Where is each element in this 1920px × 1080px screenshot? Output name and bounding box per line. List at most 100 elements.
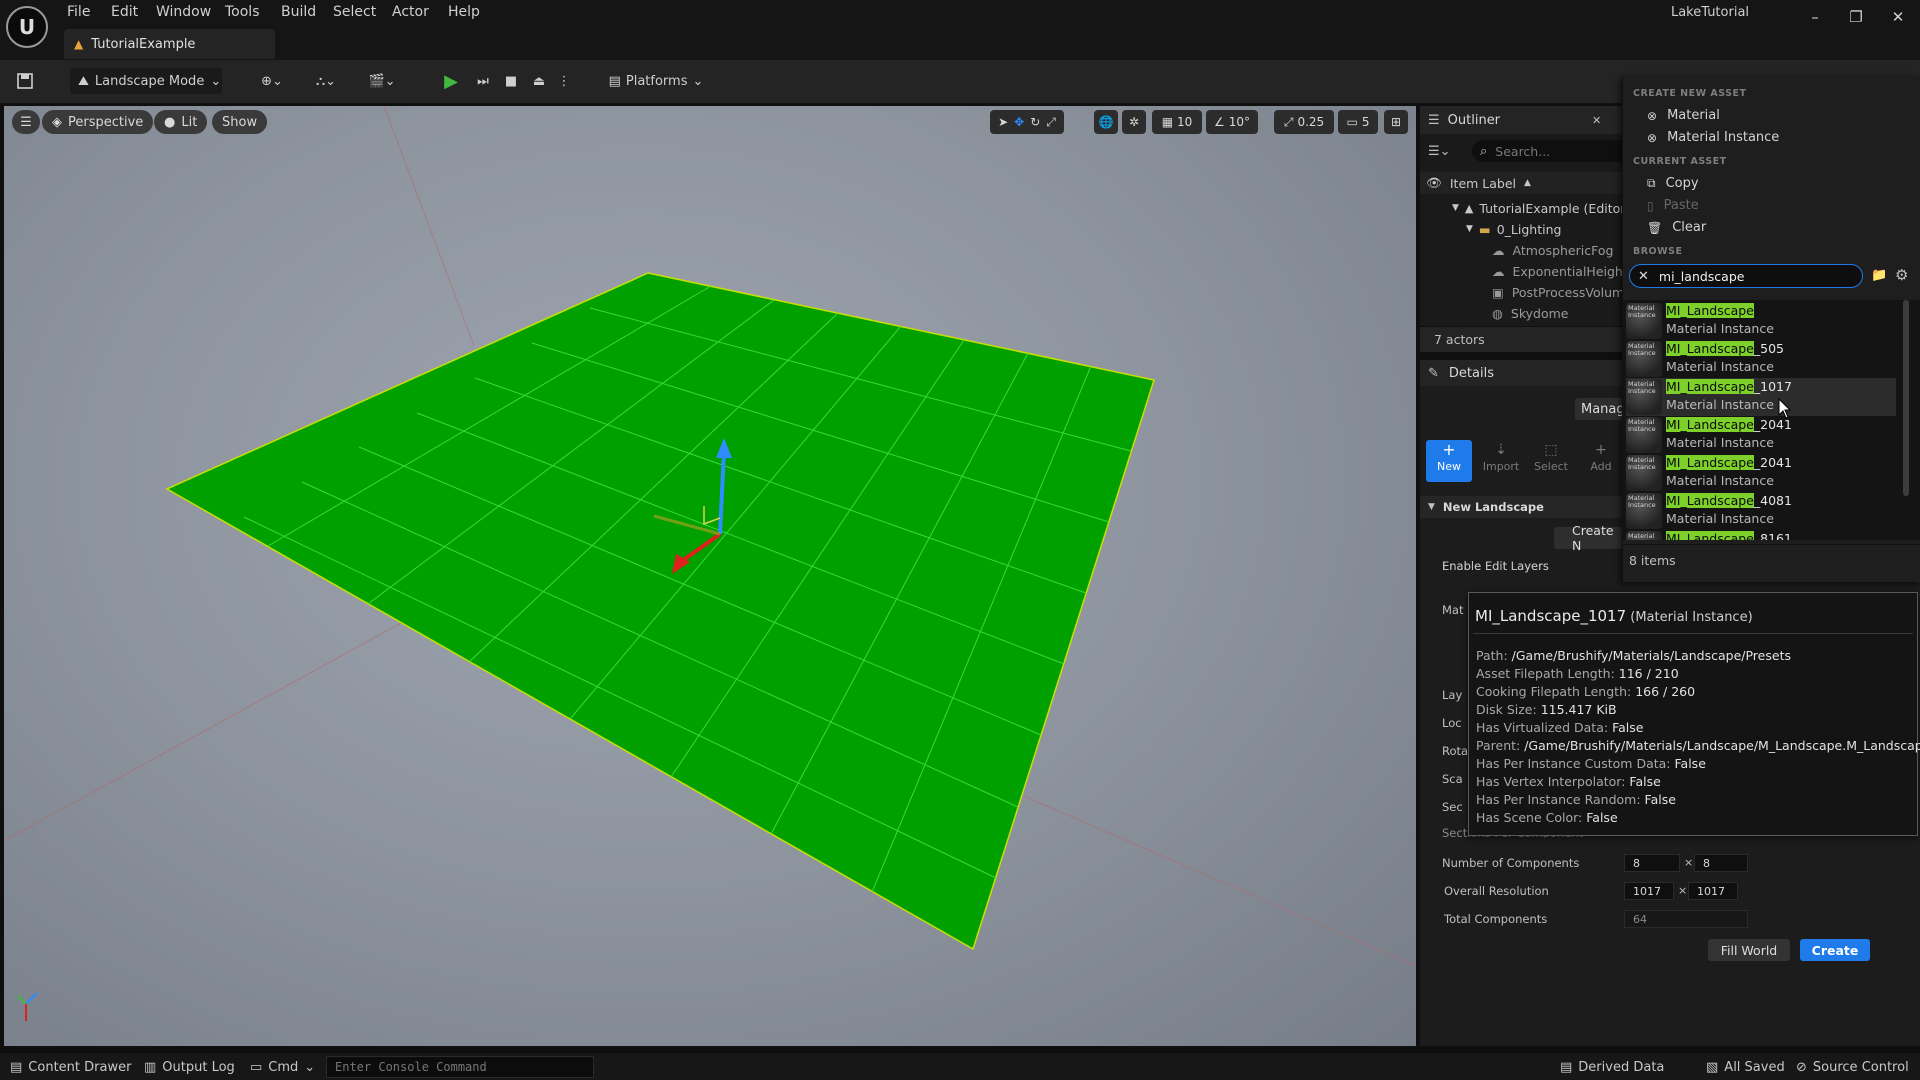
add-actor-icon[interactable]: ⊕⌄ bbox=[252, 68, 292, 94]
transform-modes[interactable]: ➤ ✥ ↻ ⤢ bbox=[990, 110, 1064, 134]
column-label[interactable]: Item Label bbox=[1450, 176, 1516, 191]
tree-row-actor[interactable]: ☁ AtmosphericFog bbox=[1492, 240, 1613, 260]
asset-result[interactable]: Material Instance MI_Landscape_8161 bbox=[1626, 530, 1896, 540]
content-drawer-button[interactable]: ▤ Content Drawer bbox=[10, 1056, 131, 1078]
tree-row-actor[interactable]: ☁ ExponentialHeightF bbox=[1492, 261, 1635, 281]
asset-search-box[interactable]: ✕ mi_landscape bbox=[1629, 264, 1863, 288]
menu-build[interactable]: Build bbox=[281, 4, 316, 20]
asset-result[interactable]: Material Instance MI_Landscape_505 Mater… bbox=[1626, 340, 1896, 378]
expand-icon[interactable]: ▼ bbox=[1466, 224, 1473, 234]
asset-search-input[interactable]: mi_landscape bbox=[1659, 269, 1745, 284]
document-tab[interactable]: ▲ TutorialExample bbox=[64, 29, 275, 59]
viewport-menu-icon[interactable]: ☰ bbox=[12, 110, 40, 134]
world-space-icon[interactable]: 🌐 bbox=[1094, 110, 1118, 134]
tree-row-label: 0_Lighting bbox=[1496, 221, 1562, 237]
asset-results-list[interactable]: Material Instance MI_Landscape Material … bbox=[1623, 300, 1920, 540]
tool-add[interactable]: + Add bbox=[1578, 440, 1624, 482]
all-saved-button[interactable]: ▧ All Saved bbox=[1706, 1056, 1785, 1078]
translate-mode-icon[interactable]: ✥ bbox=[1014, 115, 1024, 129]
tree-row-actor[interactable]: ▣ PostProcessVolum bbox=[1492, 282, 1624, 302]
visibility-icon[interactable]: 👁 bbox=[1426, 175, 1442, 191]
button-label: Source Control bbox=[1812, 1059, 1909, 1075]
cinematics-icon[interactable]: 🎬⌄ bbox=[362, 68, 402, 94]
asset-result[interactable]: Material Instance MI_Landscape Material … bbox=[1626, 302, 1896, 340]
stop-icon[interactable]: ■ bbox=[498, 68, 524, 94]
copy-item[interactable]: ⧉ Copy bbox=[1647, 176, 1699, 191]
layout-icon[interactable]: ⊞ bbox=[1384, 110, 1408, 134]
create-material-instance-item[interactable]: ⊗ Material Instance bbox=[1647, 130, 1779, 145]
asset-result-hovered[interactable]: Material Instance MI_Landscape_1017 Mate… bbox=[1626, 378, 1896, 416]
play-icon[interactable]: ▶ bbox=[438, 68, 464, 94]
browse-folder-icon[interactable]: 📁 bbox=[1871, 268, 1887, 283]
rotation-snap[interactable]: ∠ 10° bbox=[1206, 110, 1258, 134]
tree-row-label: ExponentialHeightF bbox=[1512, 263, 1635, 279]
close-tab-icon[interactable]: ✕ bbox=[1592, 114, 1601, 127]
tool-select[interactable]: ⬚ Select bbox=[1528, 440, 1574, 482]
console-input[interactable]: Enter Console Command bbox=[326, 1056, 594, 1078]
scale-snap[interactable]: ⤢ 0.25 bbox=[1274, 110, 1334, 134]
manage-button[interactable]: Manag bbox=[1575, 398, 1625, 420]
asset-result[interactable]: Material Instance MI_Landscape_4081 Mate… bbox=[1626, 492, 1896, 530]
platforms-button[interactable]: ▤ Platforms ⌄ bbox=[606, 68, 706, 94]
level-viewport[interactable]: ☰ ◈ Perspective ● Lit Show ➤ ✥ ↻ ⤢ 🌐 ✲ ▦… bbox=[4, 106, 1416, 1046]
collapse-icon[interactable]: ▼ bbox=[1428, 502, 1435, 512]
output-log-button[interactable]: ▥ Output Log bbox=[144, 1056, 235, 1078]
create-material-item[interactable]: ⊗ Material bbox=[1647, 108, 1720, 123]
clear-item[interactable]: 🗑 Clear bbox=[1647, 220, 1706, 235]
asset-result[interactable]: Material Instance MI_Landscape_2041 Mate… bbox=[1626, 454, 1896, 492]
filter-icon[interactable]: ☰⌄ bbox=[1428, 140, 1458, 162]
chevron-down-icon: ⌄ bbox=[692, 73, 704, 89]
perspective-button[interactable]: ◈ Perspective bbox=[42, 110, 154, 134]
settings-gear-icon[interactable]: ⚙ bbox=[1895, 266, 1908, 284]
menu-edit[interactable]: Edit bbox=[111, 4, 138, 20]
asset-result[interactable]: Material Instance MI_Landscape_2041 Mate… bbox=[1626, 416, 1896, 454]
expand-icon[interactable]: ▼ bbox=[1452, 203, 1459, 213]
results-scrollbar[interactable] bbox=[1903, 300, 1909, 496]
tree-row-actor[interactable]: ◍ Skydome bbox=[1492, 303, 1569, 323]
eject-icon[interactable]: ⏏ bbox=[526, 68, 552, 94]
resolution-y-input[interactable]: 1017 bbox=[1688, 882, 1738, 900]
surface-snap-icon[interactable]: ✲ bbox=[1122, 110, 1146, 134]
tool-import[interactable]: ⇣ Import bbox=[1478, 440, 1524, 482]
menu-tools[interactable]: Tools bbox=[225, 4, 260, 20]
menu-window[interactable]: Window bbox=[156, 4, 211, 20]
clear-search-icon[interactable]: ✕ bbox=[1638, 269, 1649, 284]
select-mode-icon[interactable]: ➤ bbox=[998, 115, 1008, 129]
blueprint-icon[interactable]: ⛬⌄ bbox=[306, 68, 346, 94]
tree-row-folder[interactable]: ▼ ▬ 0_Lighting bbox=[1466, 219, 1561, 239]
components-x-input[interactable]: 8 bbox=[1624, 854, 1680, 872]
menu-select[interactable]: Select bbox=[333, 4, 376, 20]
step-icon[interactable]: ⏭ bbox=[470, 68, 496, 94]
search-input[interactable]: Search... bbox=[1495, 144, 1550, 159]
create-new-button[interactable]: Create N bbox=[1554, 523, 1624, 553]
menu-file[interactable]: File bbox=[67, 4, 90, 20]
minimize-icon[interactable]: – bbox=[1797, 6, 1833, 28]
more-options-icon[interactable]: ⋮ bbox=[556, 68, 572, 94]
outliner-tab[interactable]: ☰ Outliner ✕ bbox=[1420, 106, 1622, 134]
grid-snap[interactable]: ▦ 10 bbox=[1152, 110, 1202, 134]
scale-mode-icon[interactable]: ⤢ bbox=[1046, 115, 1056, 130]
resolution-x-input[interactable]: 1017 bbox=[1624, 882, 1674, 900]
save-icon[interactable] bbox=[12, 68, 38, 94]
tree-row-level[interactable]: ▼ ▲ TutorialExample (Editor bbox=[1452, 198, 1625, 218]
components-y-input[interactable]: 8 bbox=[1694, 854, 1748, 872]
menu-actor[interactable]: Actor bbox=[392, 4, 429, 20]
tree-row-label: Skydome bbox=[1510, 305, 1569, 321]
derived-data-button[interactable]: ▤ Derived Data bbox=[1560, 1056, 1664, 1078]
unreal-logo-icon[interactable]: U bbox=[6, 6, 48, 48]
camera-speed[interactable]: ▭ 5 bbox=[1338, 110, 1378, 134]
cmd-button[interactable]: ▭ Cmd ⌄ bbox=[250, 1056, 315, 1078]
lit-button[interactable]: ● Lit bbox=[154, 110, 208, 134]
source-control-button[interactable]: ⊘ Source Control bbox=[1796, 1056, 1909, 1078]
mode-selector[interactable]: ⛰ Landscape Mode ⌄ bbox=[70, 68, 222, 94]
menu-help[interactable]: Help bbox=[448, 4, 480, 20]
fill-world-button[interactable]: Fill World bbox=[1708, 939, 1790, 961]
restore-icon[interactable]: ❐ bbox=[1838, 6, 1874, 28]
material-instance-icon: ⊗ bbox=[1647, 130, 1658, 145]
tool-new[interactable]: + New bbox=[1426, 440, 1472, 482]
rotate-mode-icon[interactable]: ↻ bbox=[1030, 115, 1040, 129]
create-button[interactable]: Create bbox=[1800, 939, 1870, 961]
close-window-icon[interactable]: ✕ bbox=[1880, 6, 1916, 28]
outliner-search[interactable]: ⌕ Search... bbox=[1472, 140, 1622, 162]
show-button[interactable]: Show bbox=[212, 110, 268, 134]
